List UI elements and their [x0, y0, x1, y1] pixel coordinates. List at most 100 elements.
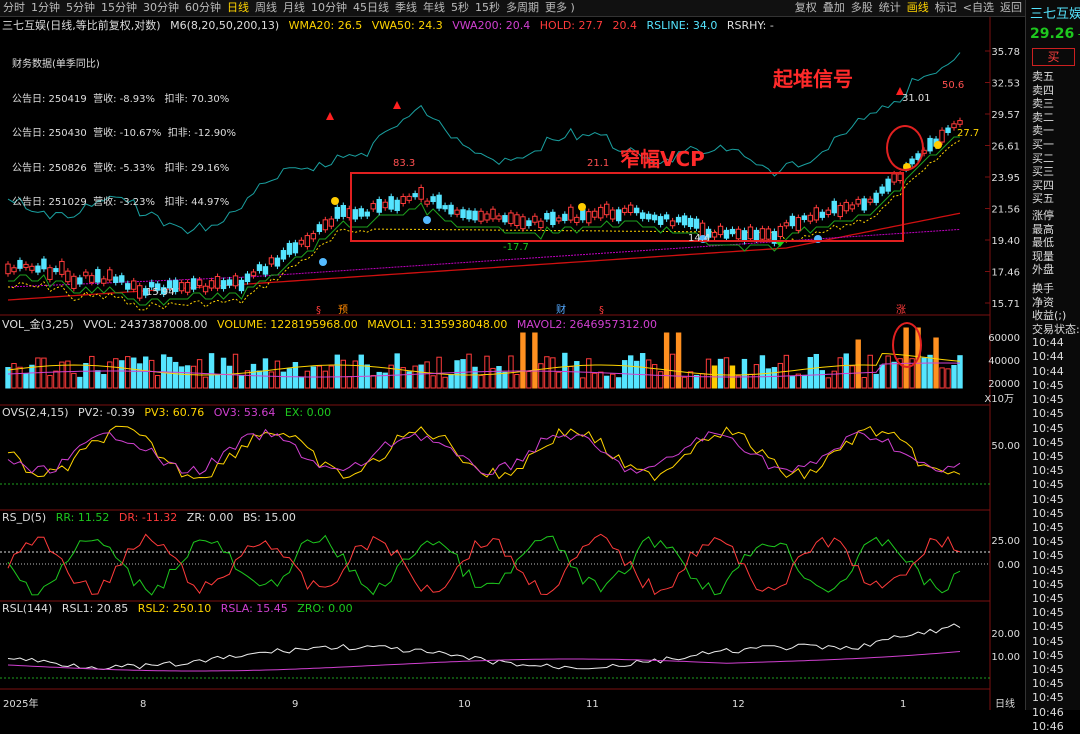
volume-bar	[298, 376, 305, 389]
rr-value: RR: 11.52	[55, 511, 110, 524]
volume-bar	[77, 376, 83, 389]
period-tab[interactable]: 年线	[423, 0, 445, 16]
volume-bar	[645, 359, 652, 389]
orderbook-level: 卖一	[1032, 124, 1054, 138]
period-tab[interactable]: 月线	[283, 0, 305, 16]
trade-time: 10:45	[1032, 691, 1064, 705]
volume-bar	[460, 359, 466, 389]
period-tab[interactable]: 更多 )	[545, 0, 575, 16]
label-1594: 15.94	[146, 287, 175, 298]
signal-dot-blue	[319, 258, 327, 266]
volume-bar	[741, 358, 748, 389]
toolbar-button[interactable]: 叠加	[823, 0, 845, 16]
candle-body	[65, 270, 71, 283]
event-marker: §	[316, 305, 321, 316]
period-tab[interactable]: 1分钟	[31, 0, 60, 16]
vcp-label: 窄幅VCP	[620, 147, 705, 171]
volume-bar	[586, 358, 592, 389]
candle-body	[226, 279, 233, 286]
candle-body	[304, 235, 311, 248]
ov3-value: OV3: 53.64	[213, 406, 276, 419]
price-tick: 29.57	[991, 110, 1020, 121]
period-tab[interactable]: 15秒	[475, 0, 500, 16]
volume-bar	[616, 377, 622, 389]
toolbar-button[interactable]: 统计	[879, 0, 901, 16]
volume-bar	[945, 368, 951, 389]
volume-bar	[154, 375, 161, 389]
period-tab[interactable]: 多周期	[506, 0, 539, 16]
period-tab[interactable]: 10分钟	[311, 0, 347, 16]
volume-bar	[238, 375, 245, 389]
volume-bar	[292, 362, 299, 389]
candle-body	[184, 282, 191, 293]
volume-bar	[184, 365, 191, 389]
period-tab[interactable]: 日线	[227, 0, 249, 16]
volume-bar	[322, 370, 329, 389]
stock-price: 29.26	[1030, 26, 1075, 42]
volume-bar	[681, 376, 688, 389]
rsl1-line	[7, 623, 961, 671]
volume-bar	[610, 373, 616, 389]
volume-bar	[765, 368, 772, 389]
wma20-legend: WMA20: 26.5	[288, 19, 363, 32]
orderbook-levels: 卖五 卖四 卖三 卖二 卖一 买一 买二 买三 买四 买五 涨停 最高 最低 现量 外盘 换手 净资 收益(;) 交…	[1026, 70, 1080, 336]
period-tab[interactable]: 季线	[395, 0, 417, 16]
volume-bar	[627, 355, 634, 389]
period-tab[interactable]: 周线	[255, 0, 277, 16]
dr-value: DR: -11.32	[118, 511, 178, 524]
finance-box: 财务数据(单季同比) 公告日: 250419 营收: -8.93% 扣非: 70…	[12, 36, 236, 220]
toolbar-button[interactable]: 多股	[851, 0, 873, 16]
toolbar-button[interactable]: 返回	[1000, 0, 1022, 16]
zr-value: ZR: 0.00	[186, 511, 234, 524]
orderbook-level: 卖三	[1032, 97, 1054, 111]
period-tab[interactable]: 5秒	[451, 0, 469, 16]
volume-bar	[705, 358, 712, 389]
volume-bar	[526, 371, 532, 389]
candle-body	[71, 275, 77, 289]
toolbar-button[interactable]: <自选	[963, 0, 994, 16]
rsd-rr-line	[7, 534, 961, 596]
date-tick: 2025年	[3, 697, 38, 710]
hold-legend: HOLD: 27.7	[539, 19, 603, 32]
toolbar-button[interactable]: 标记	[935, 0, 957, 16]
period-tab[interactable]: 5分钟	[66, 0, 95, 16]
toolbar-button[interactable]: 复权	[795, 0, 817, 16]
rsl-tick: 20.00	[991, 629, 1020, 640]
stock-name: 三七互娱	[1030, 7, 1080, 22]
signal-triangle	[393, 101, 401, 109]
vcp-box	[350, 172, 904, 242]
ovs-pv3-line	[7, 425, 961, 482]
volume-bar	[125, 356, 131, 389]
period-tab[interactable]: 15分钟	[101, 0, 137, 16]
volume-bar	[143, 356, 149, 389]
period-tab[interactable]: 45日线	[353, 0, 389, 16]
trade-time: 10:44	[1032, 336, 1064, 350]
candle-body	[340, 204, 346, 217]
trade-time: 10:45	[1032, 478, 1064, 492]
volume-bar	[190, 365, 197, 389]
vol-tick: 60000	[988, 333, 1020, 344]
volume-bar	[502, 371, 508, 389]
candle-body	[220, 280, 227, 290]
period-tab[interactable]: 分时	[3, 0, 25, 16]
volume-bar	[17, 366, 23, 389]
trade-time: 10:44	[1032, 364, 1064, 378]
candle-body	[274, 257, 281, 267]
candle-body	[17, 259, 23, 269]
volume-bar	[53, 370, 59, 389]
volume-bar	[29, 364, 35, 389]
candle-body	[5, 263, 11, 275]
toolbar-button[interactable]: 画线	[907, 0, 929, 16]
quote-panel: 三七互娱 29.26 -0 买 卖五卖四卖三卖二卖一买一买二买三买四买五涨停最高…	[1025, 0, 1080, 733]
volume-bar	[346, 376, 352, 389]
candle-body	[95, 269, 101, 283]
volume-bar	[867, 354, 873, 389]
buy-button[interactable]: 买	[1032, 48, 1075, 66]
orderbook-level: 卖二	[1032, 110, 1054, 124]
vol-legend: VOL_金(3,25) VVOL: 2437387008.00 VOLUME: …	[2, 316, 663, 332]
period-tab[interactable]: 30分钟	[143, 0, 179, 16]
volume-bar	[101, 373, 107, 389]
candle-body	[53, 268, 59, 273]
date-tick: 9	[292, 699, 298, 710]
period-tab[interactable]: 60分钟	[185, 0, 221, 16]
